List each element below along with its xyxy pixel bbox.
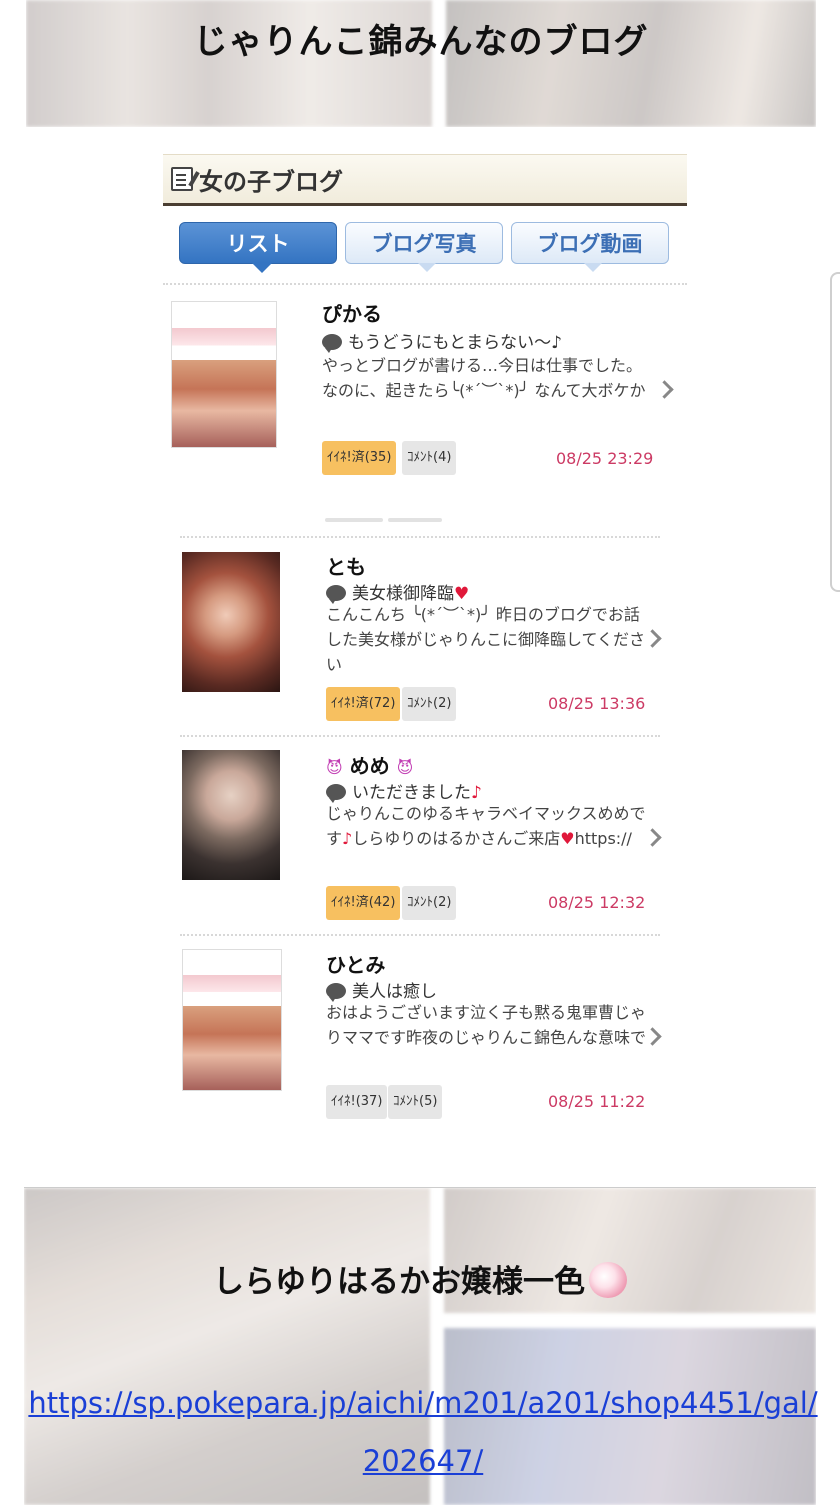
tab-blog-videos[interactable]: ブログ動画 [511, 222, 669, 272]
entry-thumbnail[interactable] [171, 301, 277, 448]
speech-bubble-icon [326, 784, 346, 803]
banner-title: じゃりんこ錦みんなのブログ [193, 22, 649, 62]
heart-icon: ♥ [454, 584, 470, 604]
comment-button[interactable]: ｺﾒﾝﾄ(4) [402, 441, 457, 475]
entry-excerpt: じゃりんこのゆるキャラベイマックスめめです♪しらゆりのはるかさんご来店♥http… [326, 801, 652, 851]
entry-date: 08/25 13:36 [548, 694, 646, 713]
comment-button[interactable]: ｺﾒﾝﾄ(2) [402, 886, 457, 920]
entry-subject: 美女様御降臨♥ [326, 579, 469, 604]
speech-bubble-icon [326, 585, 346, 604]
module-title: 女の子ブログ [199, 167, 343, 196]
entry-thumbnail[interactable] [182, 949, 282, 1091]
like-button[interactable]: ｲｲﾈ!済(72) [326, 687, 401, 721]
edge-scroll-handle[interactable] [830, 272, 840, 592]
module-header: 女の子ブログ [163, 154, 687, 206]
entry-date: 08/25 11:22 [548, 1092, 646, 1111]
entry-author-text: めめ [349, 754, 390, 778]
footer-title: しらゆりはるかお嬢様一色 [0, 1256, 840, 1301]
entry-thumbnail[interactable] [182, 552, 280, 692]
list-separator [163, 283, 687, 285]
scroll-indicator [325, 518, 383, 522]
excerpt-text: https:// [574, 829, 632, 848]
devil-face-icon: 😈 [396, 758, 414, 777]
music-note-icon: ♪ [471, 783, 482, 803]
entry-excerpt: こんこんち ╰(*´︶`*)╯ 昨日のブログでお話した美女様がじゃりんこに御降臨… [326, 605, 646, 674]
scroll-indicator [388, 518, 442, 522]
entry-excerpt: やっとブログが書ける…今日は仕事でした。なのに、起きたら╰(*´︶`*)╯ なん… [322, 356, 646, 400]
devil-face-icon: 😈 [326, 758, 343, 777]
speech-bubble-icon [326, 983, 346, 1002]
entry-author: ぴかる [322, 302, 382, 326]
entry-separator [180, 934, 660, 936]
comment-button[interactable]: ｺﾒﾝﾄ(5) [388, 1085, 443, 1119]
entry-date: 08/25 12:32 [548, 893, 646, 912]
gallery-link[interactable]: https://sp.pokepara.jp/aichi/m201/a201/s… [28, 1374, 818, 1490]
entry-date: 08/25 23:29 [556, 449, 654, 468]
rose-sticker-icon [589, 1262, 627, 1298]
entry-subject-text: いただきました [352, 783, 471, 803]
like-button[interactable]: ｲｲﾈ!済(35) [322, 441, 397, 475]
entry-separator [180, 735, 660, 737]
entry-thumbnail[interactable] [182, 750, 280, 880]
entry-subject-text: 美女様御降臨 [352, 584, 454, 604]
speech-bubble-icon [322, 334, 342, 353]
footer-title-text: しらゆりはるかお嬢様一色 [213, 1264, 585, 1300]
like-button[interactable]: ｲｲﾈ!(37) [326, 1085, 388, 1119]
like-button[interactable]: ｲｲﾈ!済(42) [326, 886, 401, 920]
tab-blog-photos[interactable]: ブログ写真 [345, 222, 503, 272]
entry-author: とも [326, 555, 366, 579]
entry-excerpt: おはようございます泣く子も黙る鬼軍曹じゃりママです昨夜のじゃりんこ錦色んな意味で [326, 1003, 647, 1047]
memo-pencil-icon [171, 167, 193, 191]
tab-list[interactable]: リスト [179, 222, 337, 273]
comment-button[interactable]: ｺﾒﾝﾄ(2) [402, 687, 457, 721]
entry-subject: いただきました♪ [326, 778, 482, 803]
entry-subject-text: 美人は癒し [352, 982, 437, 1002]
entry-subject-text: もうどうにもとまらない〜♪ [348, 333, 562, 353]
heart-icon: ♥ [560, 829, 575, 848]
excerpt-text: しらゆりのはるかさんご来店 [352, 829, 561, 848]
entry-author: 😈 めめ 😈 [326, 750, 413, 779]
entry-subject: 美人は癒し [326, 977, 437, 1002]
entry-separator [180, 536, 660, 538]
entry-author: ひとみ [326, 953, 386, 977]
tab-bar: リスト ブログ写真 ブログ動画 [163, 206, 687, 276]
entry-subject: もうどうにもとまらない〜♪ [322, 328, 562, 353]
music-note-icon: ♪ [342, 829, 353, 848]
header-banner: じゃりんこ錦みんなのブログ [26, 0, 816, 127]
